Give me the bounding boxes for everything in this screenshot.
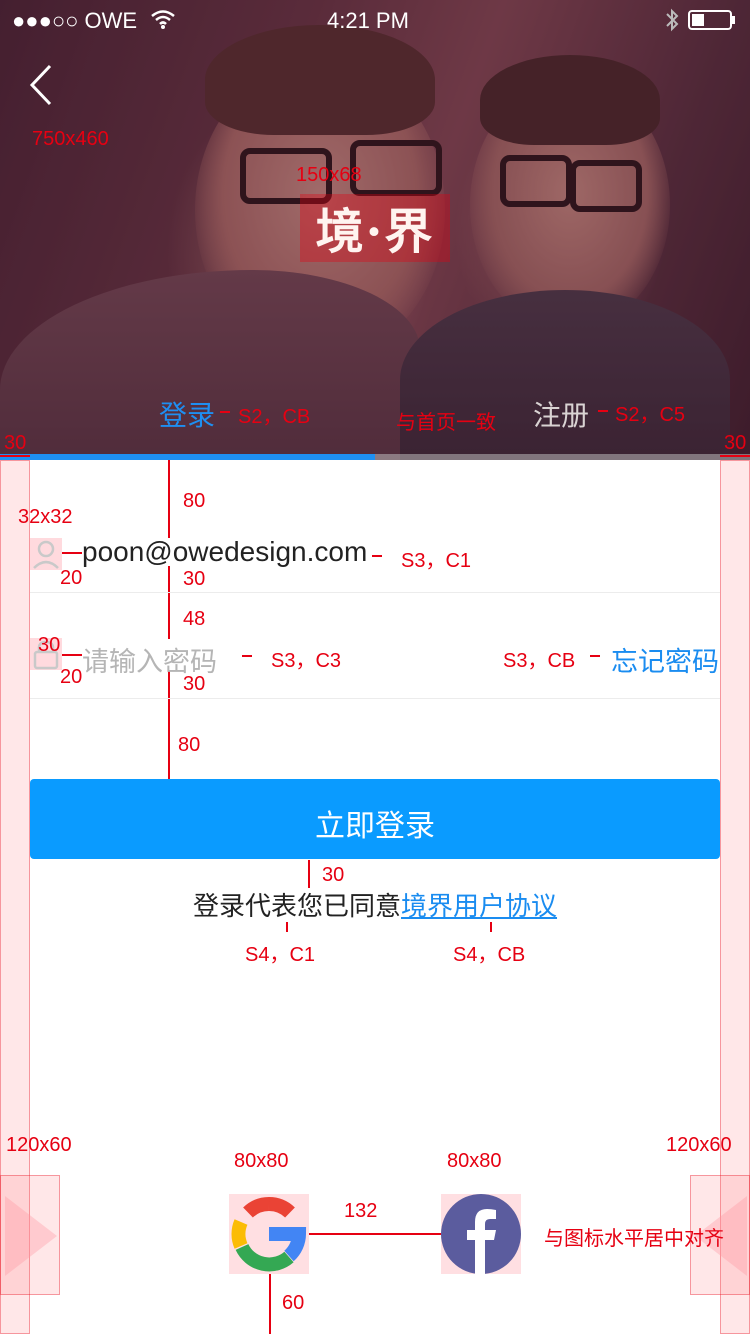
tab-register[interactable]: 注册	[533, 394, 589, 434]
email-spec: S3，C1	[401, 550, 472, 572]
user-icon	[30, 538, 62, 570]
consistent-note: 与首页一致	[396, 412, 496, 434]
bluetooth-icon	[664, 8, 680, 32]
tab-login-spec-line	[220, 411, 230, 413]
password-gap-line	[62, 654, 82, 656]
measure-80b-label: 80	[178, 734, 201, 756]
status-carrier: ●●●○○ OWE	[12, 8, 138, 33]
facebook-size-annotation: 80x80	[447, 1150, 502, 1172]
left-side-guide	[0, 1175, 60, 1295]
tab-indicator-active	[0, 454, 375, 460]
icon-size-annotation: 32x32	[18, 506, 73, 528]
measure-48	[168, 593, 170, 639]
right-margin-line	[720, 455, 750, 457]
password-spec-line	[242, 655, 252, 657]
measure-30-a	[168, 566, 170, 592]
login-button[interactable]: 立即登录	[30, 779, 720, 859]
email-spec-line	[372, 555, 382, 557]
lock-icon-annotation: 30	[38, 634, 61, 656]
left-margin-annotation: 30	[4, 432, 27, 454]
side-size-right-annotation: 120x60	[666, 1134, 732, 1156]
email-gap-label: 20	[60, 567, 83, 589]
left-margin-line	[0, 455, 30, 457]
tab-login[interactable]: 登录	[159, 394, 215, 434]
forgot-password-link[interactable]: 忘记密码	[611, 640, 719, 679]
logo-text: 境·界	[315, 204, 435, 260]
tab-register-spec-line	[598, 410, 608, 412]
measure-80-top	[168, 460, 170, 538]
agreement-prefix: 登录代表您已同意	[193, 891, 402, 921]
hero-size-annotation: 750x460	[32, 128, 109, 150]
tab-register-spec: S2，C5	[615, 404, 686, 426]
social-align-note: 与图标水平居中对齐	[544, 1228, 724, 1250]
google-size-annotation: 80x80	[234, 1150, 289, 1172]
measure-80-label: 80	[183, 490, 206, 512]
password-spec: S3，C3	[271, 650, 342, 672]
login-button-label: 立即登录	[315, 810, 435, 843]
agreement-link-spec: S4，CB	[453, 944, 526, 966]
facebook-icon	[441, 1194, 521, 1274]
status-time: 4:21 PM	[327, 8, 409, 33]
measure-30-c-label: 30	[322, 864, 345, 886]
google-login-button[interactable]	[229, 1194, 309, 1274]
right-margin-annotation: 30	[724, 432, 747, 454]
agreement-link[interactable]: 境界用户协议	[401, 891, 557, 921]
logo-size-annotation: 150x68	[296, 164, 362, 186]
social-gap-line	[309, 1233, 441, 1235]
email-divider	[30, 592, 720, 593]
bottom-measure-line	[269, 1274, 271, 1334]
measure-80-bottom	[168, 699, 170, 779]
measure-48-label: 48	[183, 608, 206, 630]
battery-icon	[688, 10, 736, 30]
tab-login-spec: S2，CB	[238, 406, 311, 428]
bottom-measure-label: 60	[282, 1292, 305, 1314]
measure-30-c	[308, 860, 310, 888]
agreement-prefix-spec: S4，C1	[245, 944, 316, 966]
wifi-icon	[150, 8, 176, 30]
facebook-login-button[interactable]	[441, 1194, 521, 1274]
back-chevron-icon[interactable]	[26, 62, 56, 108]
forgot-spec-line	[590, 655, 600, 657]
password-input[interactable]: 请输入密码	[82, 640, 217, 679]
agreement-text: 登录代表您已同意境界用户协议	[193, 886, 557, 923]
email-field[interactable]: poon@owedesign.com	[82, 536, 367, 568]
agreement-link-spec-line	[490, 922, 492, 932]
google-icon	[231, 1196, 307, 1272]
email-gap-line	[62, 552, 82, 554]
password-divider	[30, 698, 720, 699]
measure-30-a-label: 30	[183, 568, 206, 590]
social-gap-label: 132	[344, 1200, 378, 1222]
password-gap-label: 20	[60, 666, 83, 688]
agreement-prefix-spec-line	[286, 922, 288, 932]
side-size-left-annotation: 120x60	[6, 1134, 72, 1156]
forgot-spec: S3，CB	[503, 650, 576, 672]
